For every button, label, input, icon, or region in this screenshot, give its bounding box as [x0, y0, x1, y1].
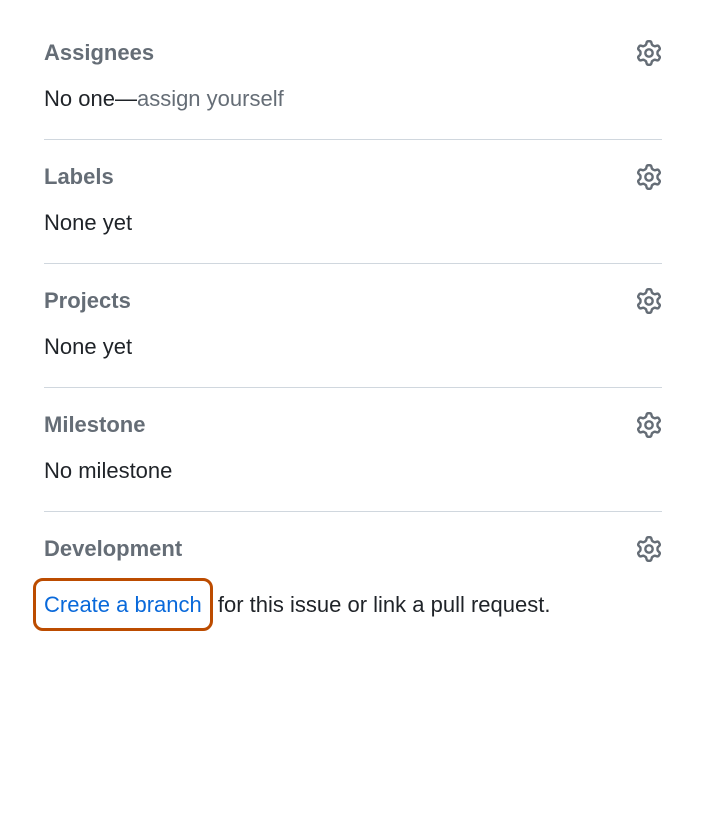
assignees-body: No one—assign yourself	[44, 82, 662, 115]
assignees-header: Assignees	[44, 40, 662, 66]
assignees-section: Assignees No one—assign yourself	[44, 40, 662, 140]
issue-sidebar: Assignees No one—assign yourself Labels …	[44, 40, 662, 655]
assignees-title: Assignees	[44, 40, 154, 66]
assignees-none-text: No one	[44, 86, 115, 111]
labels-title: Labels	[44, 164, 114, 190]
development-body: Create a branch for this issue or link a…	[44, 578, 662, 631]
labels-header: Labels	[44, 164, 662, 190]
milestone-title: Milestone	[44, 412, 145, 438]
gear-icon[interactable]	[636, 536, 662, 562]
projects-none-text: None yet	[44, 334, 132, 359]
labels-section: Labels None yet	[44, 140, 662, 264]
create-branch-link[interactable]: Create a branch	[33, 578, 213, 631]
labels-body: None yet	[44, 206, 662, 239]
projects-section: Projects None yet	[44, 264, 662, 388]
development-suffix-text: for this issue or link a pull request.	[212, 592, 551, 617]
gear-icon[interactable]	[636, 164, 662, 190]
gear-icon[interactable]	[636, 288, 662, 314]
assignees-dash: —	[115, 86, 137, 111]
gear-icon[interactable]	[636, 40, 662, 66]
milestone-header: Milestone	[44, 412, 662, 438]
development-header: Development	[44, 536, 662, 562]
milestone-none-text: No milestone	[44, 458, 172, 483]
projects-header: Projects	[44, 288, 662, 314]
development-section: Development Create a branch for this iss…	[44, 512, 662, 655]
milestone-section: Milestone No milestone	[44, 388, 662, 512]
development-title: Development	[44, 536, 182, 562]
assign-yourself-link[interactable]: assign yourself	[137, 86, 284, 111]
labels-none-text: None yet	[44, 210, 132, 235]
milestone-body: No milestone	[44, 454, 662, 487]
projects-title: Projects	[44, 288, 131, 314]
gear-icon[interactable]	[636, 412, 662, 438]
projects-body: None yet	[44, 330, 662, 363]
